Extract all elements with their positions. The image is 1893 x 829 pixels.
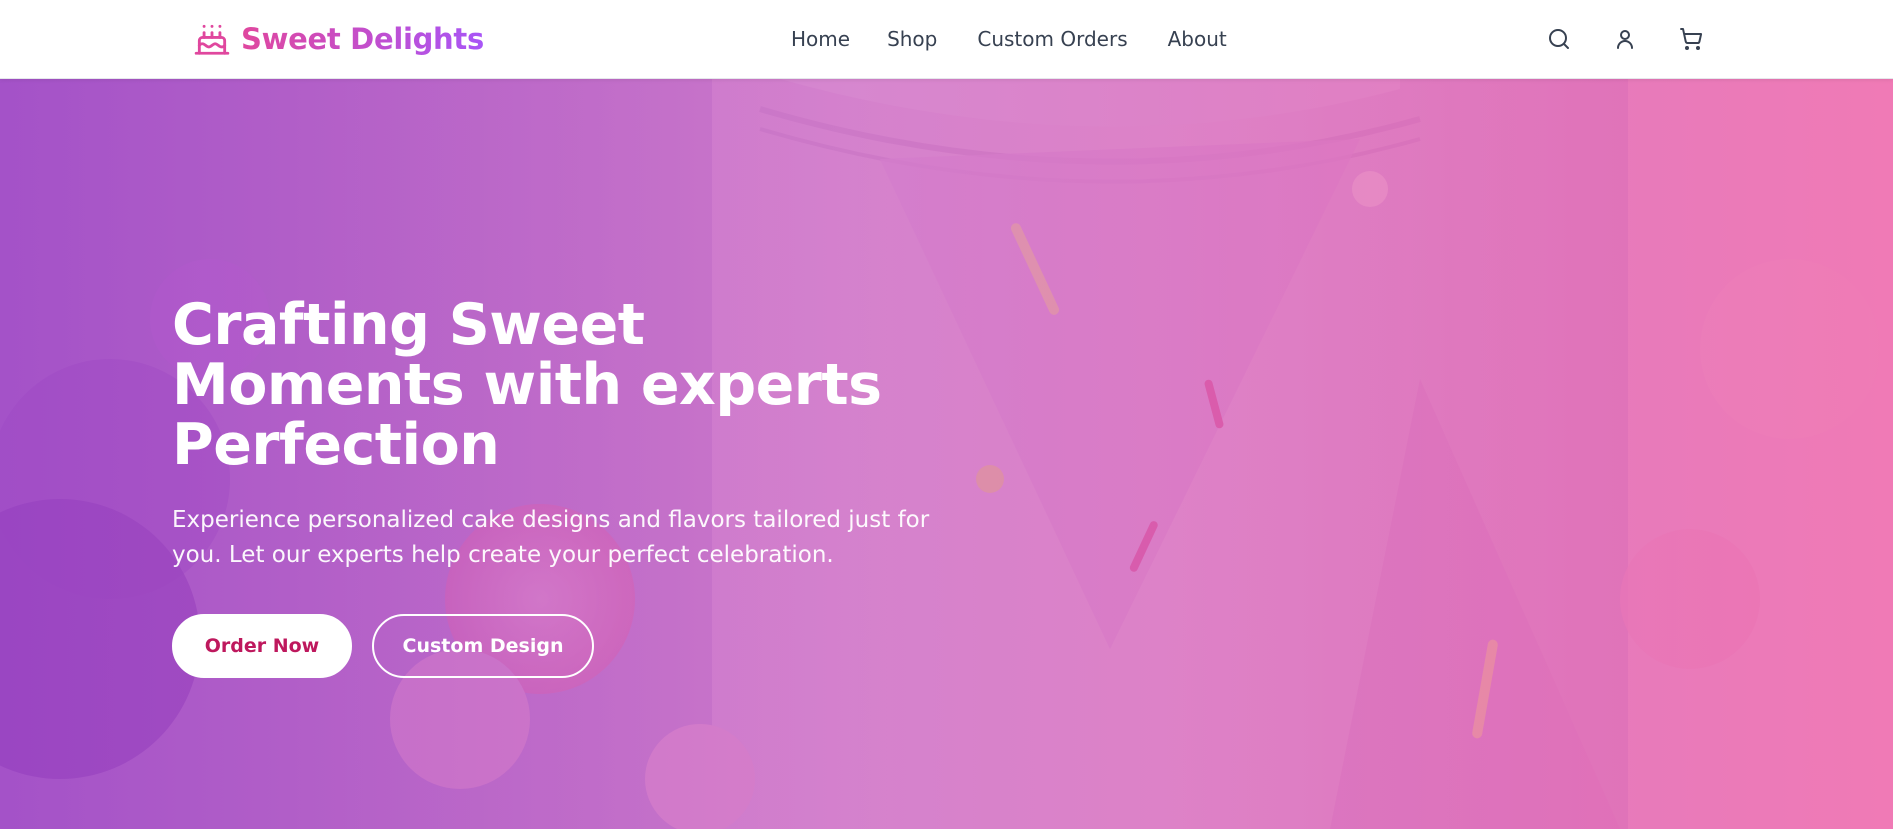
nav-item-home[interactable]: Home — [791, 27, 850, 51]
main-nav: Home Shop Custom Orders About — [791, 27, 1227, 51]
nav-item-about[interactable]: About — [1168, 27, 1227, 51]
hero-subtitle: Experience personalized cake designs and… — [172, 507, 930, 568]
custom-design-button[interactable]: Custom Design — [372, 614, 594, 678]
brand-logo-link[interactable]: Sweet Delights — [193, 20, 484, 58]
nav-item-shop[interactable]: Shop — [887, 27, 937, 51]
nav-item-custom-orders[interactable]: Custom Orders — [977, 27, 1127, 51]
hero-section: Crafting Sweet Moments with experts Perf… — [0, 79, 1893, 829]
order-now-button[interactable]: Order Now — [172, 614, 352, 678]
search-button[interactable] — [1546, 26, 1572, 52]
cart-icon — [1680, 28, 1703, 50]
site-header: Sweet Delights Home Shop Custom Orders A… — [0, 0, 1893, 79]
brand-name: Sweet Delights — [241, 22, 484, 56]
user-icon — [1617, 30, 1633, 49]
search-icon — [1549, 29, 1569, 49]
cake-icon — [194, 24, 230, 55]
hero-buttons: Order Now Custom Design — [172, 614, 1072, 678]
header-actions — [1546, 26, 1704, 52]
hero-title: Crafting Sweet Moments with experts Perf… — [172, 292, 882, 478]
hero-content: Crafting Sweet Moments with experts Perf… — [172, 295, 1072, 678]
cart-button[interactable] — [1678, 26, 1704, 52]
account-button[interactable] — [1612, 26, 1638, 52]
